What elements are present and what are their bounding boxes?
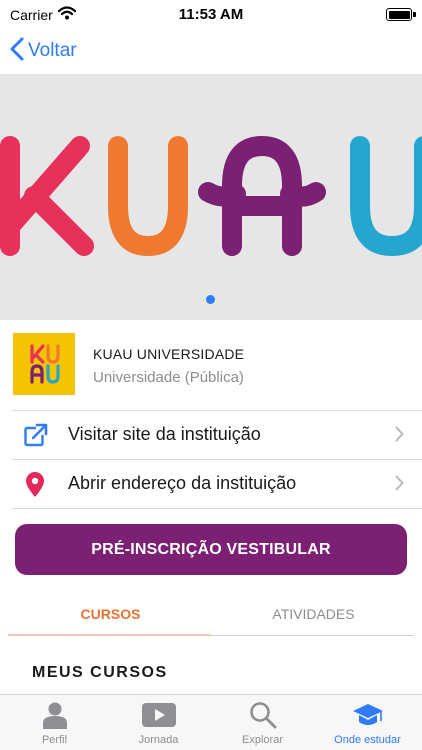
institution-type: Universidade (Pública): [93, 369, 244, 386]
chevron-left-icon: [10, 37, 24, 66]
tab-bar-item-perfil[interactable]: Perfil: [2, 695, 107, 750]
tab-bar-label: Onde estudar: [334, 734, 401, 746]
tab-bar-item-onde-estudar[interactable]: Onde estudar: [315, 695, 420, 750]
tab-bar-item-explorar[interactable]: Explorar: [210, 695, 315, 750]
back-label: Voltar: [28, 40, 77, 61]
status-bar: Carrier 11:53 AM: [0, 0, 422, 30]
battery-cap: [413, 12, 416, 17]
kuau-banner-logo: [0, 136, 422, 256]
visit-website-label: Visitar site da instituição: [68, 424, 261, 444]
tab-bar-label: Jornada: [138, 734, 179, 746]
battery-icon: [386, 8, 412, 21]
chevron-right-icon: [395, 426, 404, 447]
active-tab-indicator: [8, 634, 211, 636]
pre-enrollment-button[interactable]: PRÉ-INSCRIÇÃO VESTIBULAR: [15, 524, 407, 575]
tab-atividades[interactable]: ATIVIDADES: [211, 596, 416, 636]
tab-bar-label: Perfil: [41, 734, 68, 746]
tab-bar-item-jornada[interactable]: Jornada: [106, 695, 211, 750]
visit-website-row[interactable]: Visitar site da instituição: [0, 410, 422, 459]
navigation-bar: Voltar: [0, 30, 422, 74]
person-icon: [2, 701, 107, 729]
map-pin-icon: [24, 472, 46, 503]
bottom-tab-bar: Perfil Jornada Explorar Onde estudar: [0, 694, 422, 750]
back-button[interactable]: Voltar: [10, 36, 77, 66]
graduation-cap-icon: [315, 701, 420, 729]
image-carousel[interactable]: [0, 74, 422, 320]
tab-bar-label: Explorar: [242, 734, 283, 746]
chevron-right-icon: [395, 475, 404, 496]
divider: [12, 508, 422, 509]
search-icon: [210, 701, 315, 729]
external-link-icon: [24, 423, 48, 452]
open-address-label: Abrir endereço da instituição: [68, 473, 297, 493]
tab-baseline: [211, 635, 414, 636]
page-indicator-dot[interactable]: [206, 295, 215, 304]
section-title: MEUS CURSOS: [32, 664, 168, 681]
institution-header: KUAU UNIVERSIDADE Universidade (Pública): [0, 320, 422, 410]
institution-name: KUAU UNIVERSIDADE: [93, 346, 245, 362]
tab-cursos[interactable]: CURSOS: [8, 596, 213, 636]
institution-logo: [13, 333, 75, 395]
open-address-row[interactable]: Abrir endereço da instituição: [0, 459, 422, 508]
play-icon: [106, 701, 211, 729]
clock: 11:53 AM: [178, 6, 244, 23]
